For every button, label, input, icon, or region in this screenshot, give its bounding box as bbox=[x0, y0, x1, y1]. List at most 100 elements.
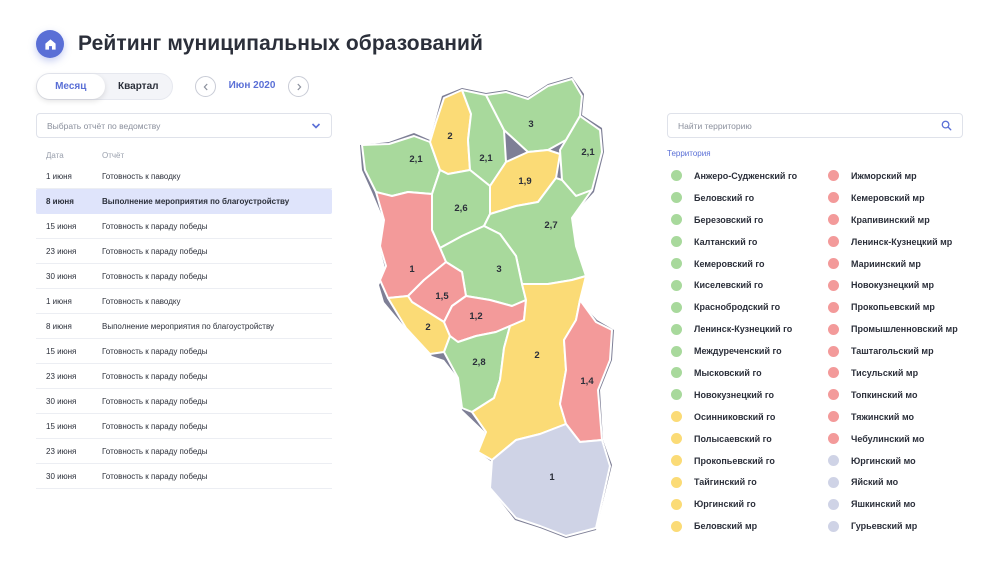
territory-item[interactable]: Тяжинский мо bbox=[828, 406, 958, 428]
territory-item[interactable]: Беловский го bbox=[671, 187, 797, 209]
territory-status-dot bbox=[828, 476, 839, 488]
territory-item[interactable]: Мысковский го bbox=[671, 362, 797, 384]
territory-name: Юргинский го bbox=[694, 499, 756, 510]
territory-item[interactable]: Кемеровский го bbox=[671, 253, 797, 275]
territory-name: Крапивинский мр bbox=[851, 214, 930, 225]
table-row[interactable]: 15 июня Готовность к параду победы bbox=[36, 214, 332, 239]
territory-status-dot bbox=[671, 301, 682, 313]
territory-status-dot bbox=[671, 389, 682, 401]
territory-item[interactable]: Краснобродский го bbox=[671, 296, 797, 318]
search-icon[interactable] bbox=[941, 120, 952, 131]
home-button[interactable] bbox=[36, 30, 64, 58]
territory-status-dot bbox=[828, 367, 839, 379]
table-row[interactable]: 8 июня Выполнение мероприятия по благоуст… bbox=[36, 189, 332, 214]
territory-name: Краснобродский го bbox=[694, 302, 781, 313]
row-date: 15 июня bbox=[46, 421, 77, 431]
territory-status-dot bbox=[671, 345, 682, 357]
territory-item[interactable]: Ленинск-Кузнецкий го bbox=[671, 318, 797, 340]
territory-name: Ленинск-Кузнецкий мр bbox=[851, 236, 953, 247]
territory-item[interactable]: Новокузнецкий го bbox=[671, 384, 797, 406]
territory-item[interactable]: Кемеровский мр bbox=[828, 187, 958, 209]
row-date: 23 июня bbox=[46, 246, 77, 256]
territory-item[interactable]: Промышленновский мр bbox=[828, 318, 958, 340]
region-value-label: 1 bbox=[409, 264, 415, 275]
region-value-label: 2 bbox=[447, 131, 452, 142]
territory-item[interactable]: Анжеро-Судженский го bbox=[671, 165, 797, 187]
row-report: Готовность к параду победы bbox=[102, 446, 208, 456]
region-value-label: 2,7 bbox=[544, 220, 557, 231]
territory-item[interactable]: Калтанский го bbox=[671, 231, 797, 253]
territory-name: Тайгинский го bbox=[694, 477, 757, 488]
territory-item[interactable]: Беловский мр bbox=[671, 515, 797, 537]
row-report: Готовность к параду победы bbox=[102, 471, 208, 481]
territory-name: Промышленновский мр bbox=[851, 324, 958, 335]
row-report: Готовность к параду победы bbox=[102, 371, 208, 381]
territory-status-dot bbox=[828, 170, 839, 182]
territory-item[interactable]: Междуреченский го bbox=[671, 340, 797, 362]
table-row[interactable]: 30 июня Готовность к параду победы bbox=[36, 389, 332, 414]
prev-month-button[interactable] bbox=[195, 76, 216, 97]
territory-item[interactable]: Полысаевский го bbox=[671, 428, 797, 450]
reports-table: Дата Отчёт 1 июня Готовность к паводку 8 и… bbox=[36, 146, 332, 489]
region-value-label: 1,9 bbox=[518, 176, 531, 187]
territory-item[interactable]: Крапивинский мр bbox=[828, 209, 958, 231]
tab-quarter[interactable]: Квартал bbox=[105, 74, 173, 99]
table-row[interactable]: 1 июня Готовность к паводку bbox=[36, 164, 332, 189]
table-row[interactable]: 15 июня Готовность к параду победы bbox=[36, 339, 332, 364]
territory-status-dot bbox=[671, 323, 682, 335]
region-map: 2,1 2 2,1 3 2,1 1,9 2,6 2,7 3 1 1,5 2 1,… bbox=[360, 77, 614, 538]
territory-item[interactable]: Яшкинский мо bbox=[828, 493, 958, 515]
territory-item[interactable]: Прокопьевский мр bbox=[828, 296, 958, 318]
territory-status-dot bbox=[828, 323, 839, 335]
territory-item[interactable]: Киселевский го bbox=[671, 274, 797, 296]
territory-item[interactable]: Юргинский мо bbox=[828, 450, 958, 472]
territory-item[interactable]: Тисульский мр bbox=[828, 362, 958, 384]
table-row[interactable]: 1 июня Готовность к паводку bbox=[36, 289, 332, 314]
territory-item[interactable]: Юргинский го bbox=[671, 493, 797, 515]
territory-status-dot bbox=[828, 345, 839, 357]
territory-status-dot bbox=[828, 236, 839, 248]
table-row[interactable]: 15 июня Готовность к параду победы bbox=[36, 414, 332, 439]
region-value-label: 2,8 bbox=[472, 357, 485, 368]
table-row[interactable]: 8 июня Выполнение мероприятия по благоуст… bbox=[36, 314, 332, 339]
territory-item[interactable]: Тайгинский го bbox=[671, 471, 797, 493]
map-region[interactable] bbox=[361, 135, 441, 197]
territory-name: Гурьевский мр bbox=[851, 521, 918, 532]
chevron-down-icon bbox=[311, 122, 321, 129]
territory-name: Юргинский мо bbox=[851, 455, 916, 466]
row-date: 30 июня bbox=[46, 271, 77, 281]
territory-status-dot bbox=[671, 433, 682, 445]
table-row[interactable]: 23 июня Готовность к параду победы bbox=[36, 439, 332, 464]
territory-item[interactable]: Топкинский мо bbox=[828, 384, 958, 406]
territory-item[interactable]: Таштагольский мр bbox=[828, 340, 958, 362]
territory-item[interactable]: Березовский го bbox=[671, 209, 797, 231]
territory-item[interactable]: Ижморский мр bbox=[828, 165, 958, 187]
region-value-label: 2 bbox=[534, 350, 539, 361]
table-row[interactable]: 23 июня Готовность к параду победы bbox=[36, 364, 332, 389]
report-select[interactable]: Выбрать отчёт по ведомству bbox=[36, 113, 332, 138]
territory-name: Мысковский го bbox=[694, 367, 762, 378]
tab-month[interactable]: Месяц bbox=[37, 74, 105, 99]
territory-search-input[interactable] bbox=[678, 120, 941, 131]
region-value-label: 1,5 bbox=[435, 291, 449, 302]
territory-item[interactable]: Осинниковский го bbox=[671, 406, 797, 428]
territory-name: Тяжинский мо bbox=[851, 411, 914, 422]
region-value-label: 3 bbox=[496, 264, 501, 275]
region-value-label: 3 bbox=[528, 119, 533, 130]
next-month-button[interactable] bbox=[288, 76, 309, 97]
territory-item[interactable]: Яйский мо bbox=[828, 471, 958, 493]
territory-item[interactable]: Мариинский мр bbox=[828, 253, 958, 275]
table-row[interactable]: 30 июня Готовность к параду победы bbox=[36, 264, 332, 289]
table-row[interactable]: 23 июня Готовность к параду победы bbox=[36, 239, 332, 264]
territory-item[interactable]: Новокузнецкий мр bbox=[828, 274, 958, 296]
territory-item[interactable]: Гурьевский мр bbox=[828, 515, 958, 537]
row-report: Готовность к параду победы bbox=[102, 246, 208, 256]
territory-item[interactable]: Ленинск-Кузнецкий мр bbox=[828, 231, 958, 253]
territory-list-column: Ижморский мр Кемеровский мр Крапивинский м… bbox=[828, 165, 958, 537]
territory-status-dot bbox=[828, 498, 839, 510]
territory-status-dot bbox=[671, 236, 682, 248]
territory-legend-title: Территория bbox=[667, 149, 711, 158]
territory-item[interactable]: Чебулинский мо bbox=[828, 428, 958, 450]
table-row[interactable]: 30 июня Готовность к параду победы bbox=[36, 464, 332, 489]
territory-item[interactable]: Прокопьевский го bbox=[671, 450, 797, 472]
